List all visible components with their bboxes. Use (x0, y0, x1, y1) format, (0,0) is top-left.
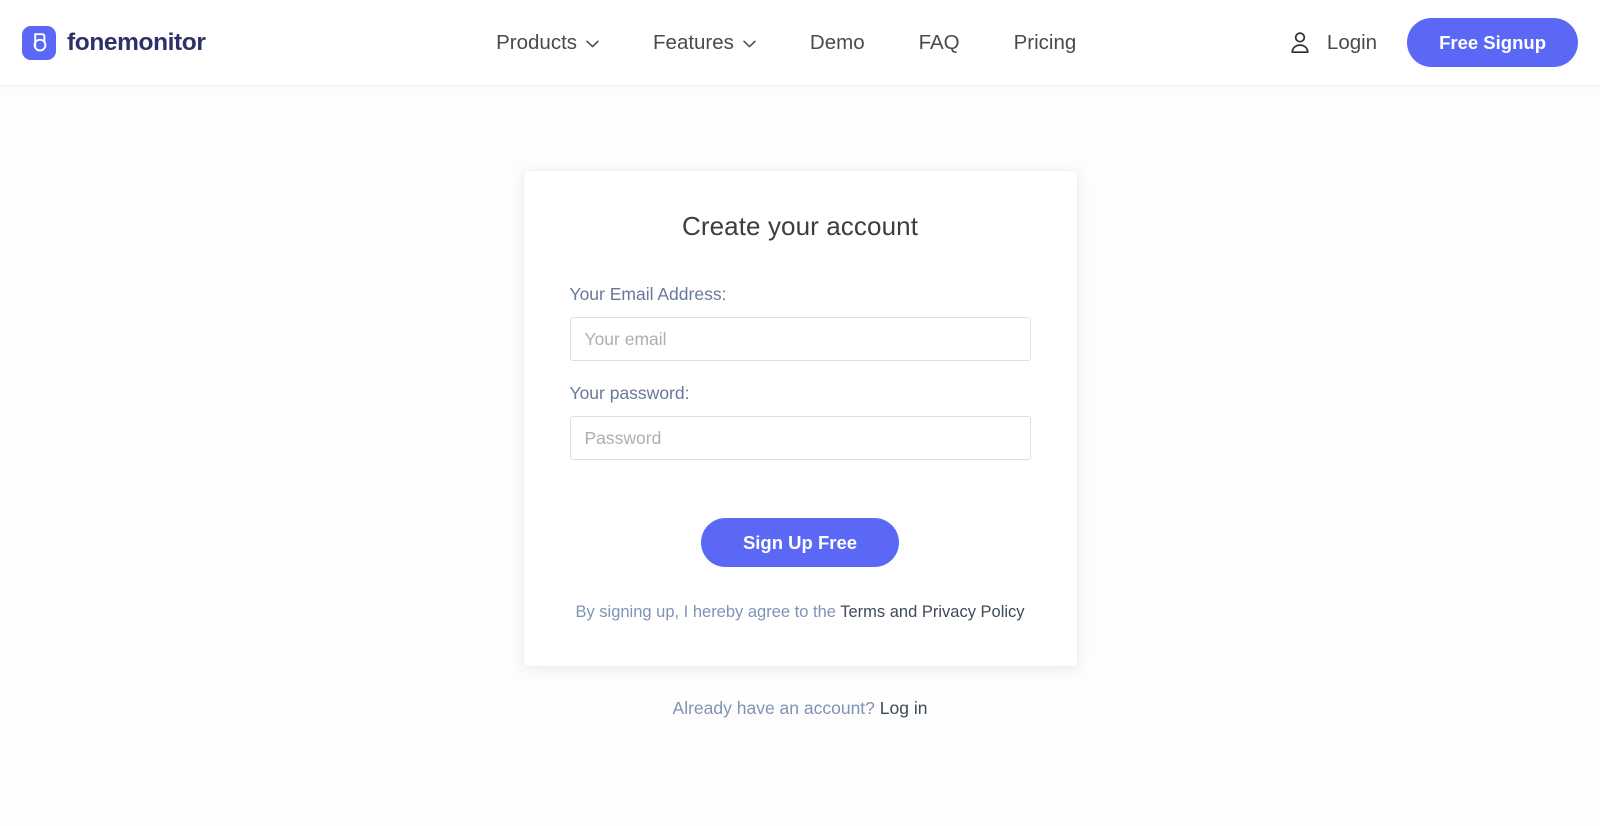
already-have-account-row: Already have an account? Log in (673, 698, 928, 719)
log-in-link[interactable]: Log in (880, 698, 928, 718)
fonemonitor-logo-icon (22, 25, 56, 60)
header-actions: Login Free Signup (1287, 18, 1578, 67)
nav-item-label: Demo (809, 30, 865, 54)
email-field-group: Your Email Address: (569, 284, 1031, 361)
password-field-label: Your password: (569, 383, 690, 403)
nav-item-label: Products (496, 30, 578, 54)
nav-item-label: FAQ (918, 30, 960, 54)
brand-name: fonemonitor (67, 28, 206, 56)
submit-row: Sign Up Free (570, 518, 1031, 567)
nav-item-label: Pricing (1013, 30, 1077, 54)
page-title: Create your account (681, 211, 919, 241)
nav-item-label: Features (653, 30, 734, 54)
password-field-group: Your password: (569, 383, 1031, 460)
site-header: fonemonitor Products Features Demo FAQ P… (0, 0, 1600, 85)
nav-item-faq[interactable]: FAQ (919, 31, 960, 55)
chevron-down-icon (743, 40, 756, 48)
sign-up-free-button[interactable]: Sign Up Free (700, 518, 900, 567)
terms-privacy-policy-link[interactable]: Terms and Privacy Policy (840, 603, 1024, 621)
user-icon (1287, 30, 1313, 56)
free-signup-button[interactable]: Free Signup (1407, 18, 1578, 67)
signup-card: Create your account Your Email Address: … (523, 171, 1077, 666)
nav-item-products[interactable]: Products (496, 31, 599, 55)
nav-item-features[interactable]: Features (653, 31, 756, 55)
email-field-label: Your Email Address: (569, 284, 727, 304)
password-input[interactable] (569, 416, 1031, 460)
terms-agreement-text: By signing up, I hereby agree to the Ter… (570, 600, 1031, 626)
email-input[interactable] (569, 317, 1031, 361)
already-have-account-text: Already have an account? (672, 697, 880, 718)
login-label: Login (1326, 30, 1378, 54)
page-body: Create your account Your Email Address: … (0, 85, 1600, 826)
main-navigation: Products Features Demo FAQ Pricing (286, 31, 1287, 55)
login-link[interactable]: Login (1287, 30, 1377, 56)
terms-prefix: By signing up, I hereby agree to the (575, 603, 841, 621)
brand-logo[interactable]: fonemonitor (22, 25, 206, 60)
nav-item-demo[interactable]: Demo (810, 31, 865, 55)
nav-item-pricing[interactable]: Pricing (1014, 31, 1077, 55)
chevron-down-icon (586, 40, 599, 48)
